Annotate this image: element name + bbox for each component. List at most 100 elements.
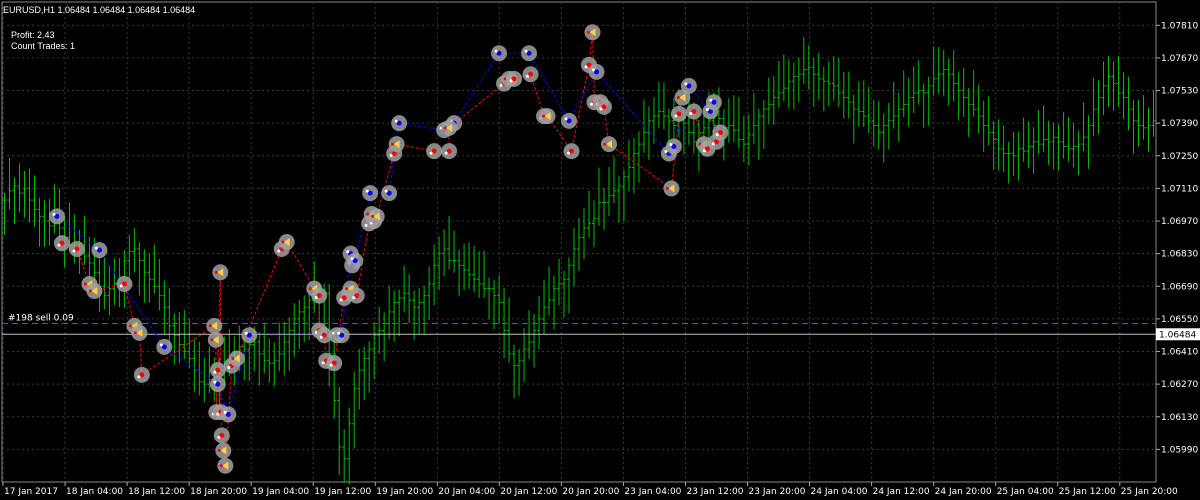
close-dot <box>371 214 375 218</box>
close-dot <box>391 142 395 146</box>
x-tick-label: 18 Jan 12:00 <box>128 487 185 497</box>
sell-dot-highlight <box>509 79 513 83</box>
trade-marker-sell-close <box>441 119 458 136</box>
x-tick-label: 24 Jan 12:00 <box>873 487 930 497</box>
trade-marker-buy <box>362 185 379 202</box>
sell-dot-highlight <box>339 298 343 302</box>
close-dot <box>133 331 137 335</box>
buy-dot-highlight <box>159 343 163 347</box>
trade-marker-buy <box>48 208 65 225</box>
chart-window[interactable]: 1.07810 1.07670 1.07530 1.07390 1.07250 1.071… <box>0 0 1200 500</box>
x-tick-label: 23 Jan 20:00 <box>749 487 806 497</box>
trade-marker-sell <box>595 98 612 115</box>
buy-dot-highlight <box>394 119 398 123</box>
trade-marker-sell-close <box>584 24 601 41</box>
sell-dot-highlight <box>216 412 220 416</box>
buy-path <box>56 52 715 417</box>
x-tick-label: 17 Jan 2017 <box>4 487 58 497</box>
sell-dot-highlight <box>526 74 530 78</box>
y-tick-label: 1.07110 <box>1161 184 1198 194</box>
sell-dot-highlight <box>444 151 448 155</box>
trade-marker-buy <box>333 327 350 344</box>
x-tick-label: 19 Jan 20:00 <box>376 487 433 497</box>
sell-dot-highlight <box>217 435 221 439</box>
trade-marker-sell <box>133 366 150 383</box>
trade-marker-sell <box>68 240 85 257</box>
trade-marker-sell <box>209 362 226 379</box>
x-tick-label: 18 Jan 20:00 <box>190 487 247 497</box>
sell-dot-highlight <box>589 102 593 106</box>
close-dot <box>208 324 212 328</box>
trade-marker-sell-close <box>388 136 405 153</box>
close-dot <box>219 464 223 468</box>
trade-marker-sell <box>685 103 702 120</box>
trade-marker-sell-close <box>539 108 556 125</box>
buy-dot-highlight <box>346 250 350 254</box>
trade-marker-sell-close <box>86 282 103 299</box>
trade-line-label: #198 sell 0.09 <box>8 314 74 324</box>
close-dot <box>210 338 214 342</box>
trade-marker-sell <box>670 105 687 122</box>
trade-marker-buy <box>156 338 173 355</box>
sell-dot-highlight <box>137 375 141 379</box>
y-tick-label: 1.07530 <box>1161 87 1198 97</box>
sell-dot-highlight <box>584 65 588 69</box>
sell-dot-highlight <box>715 132 719 136</box>
price-chart[interactable]: 1.07810 1.07670 1.07530 1.07390 1.07250 1.071… <box>0 0 1200 500</box>
x-tick-label: 20 Jan 20:00 <box>562 487 619 497</box>
x-tick-label: 24 Jan 04:00 <box>811 487 868 497</box>
sell-dot-highlight <box>689 112 693 116</box>
trade-marker-sell <box>563 143 580 160</box>
trade-marker-sell-close <box>278 234 295 250</box>
sell-dot-highlight <box>599 107 603 111</box>
trade-marker-sell-close <box>228 350 245 367</box>
close-dot <box>217 449 221 453</box>
y-tick-label: 1.06830 <box>1161 250 1198 260</box>
close-dot <box>676 96 680 100</box>
sell-dot-highlight <box>702 149 706 153</box>
trade-marker-sell-close <box>207 331 224 348</box>
buy-dot-highlight <box>350 257 354 261</box>
close-dot <box>542 114 546 118</box>
buy-dot-highlight <box>564 117 568 121</box>
trade-marker-buy <box>665 138 682 155</box>
y-tick-label: 1.06270 <box>1161 380 1198 390</box>
trade-marker-sell <box>441 143 458 160</box>
x-tick-label: 19 Jan 12:00 <box>314 487 371 497</box>
trade-marker-buy <box>680 77 697 94</box>
trade-marker-buy <box>705 94 722 111</box>
trade-marker-sell-close <box>131 324 148 341</box>
close-dot <box>214 270 218 274</box>
sell-dot-highlight <box>277 249 281 253</box>
trade-marker-sell <box>53 235 70 252</box>
close-dot <box>83 282 87 286</box>
trade-marker-buy <box>91 242 108 259</box>
y-tick-label: 1.06410 <box>1161 348 1198 358</box>
buy-dot-highlight <box>709 98 713 102</box>
close-dot <box>603 142 607 146</box>
trade-marker-buy <box>209 376 226 393</box>
buy-dot-highlight <box>684 82 688 86</box>
x-tick-label: 19 Jan 04:00 <box>252 487 309 497</box>
y-tick-label: 1.06130 <box>1161 413 1198 423</box>
trade-marker-sell-close <box>600 136 617 153</box>
buy-dot-highlight <box>244 331 248 335</box>
x-tick-label: 25 Jan 20:00 <box>1121 487 1178 497</box>
current-price-label: 1.06484 <box>1159 330 1196 340</box>
y-tick-label: 1.06970 <box>1161 217 1198 227</box>
trade-marker-buy <box>241 327 258 344</box>
y-tick-label: 1.07250 <box>1161 152 1198 162</box>
trade-marker-sell <box>326 355 343 372</box>
sell-dot-highlight <box>567 151 571 155</box>
x-tick-label: 18 Jan 04:00 <box>66 487 123 497</box>
trade-marker-buy <box>588 63 605 80</box>
trade-marker-buy <box>521 45 538 62</box>
symbol-header: EURUSD,H1 1.06484 1.06484 1.06484 1.0648… <box>3 5 196 15</box>
trade-marker-sell <box>712 124 729 141</box>
sell-dot-highlight <box>57 243 61 247</box>
close-dot <box>308 287 312 291</box>
sell-dot-highlight <box>72 249 76 253</box>
trade-marker-sell <box>116 275 133 292</box>
y-tick-label: 1.07810 <box>1161 21 1198 31</box>
sell-dot-highlight <box>314 296 318 300</box>
